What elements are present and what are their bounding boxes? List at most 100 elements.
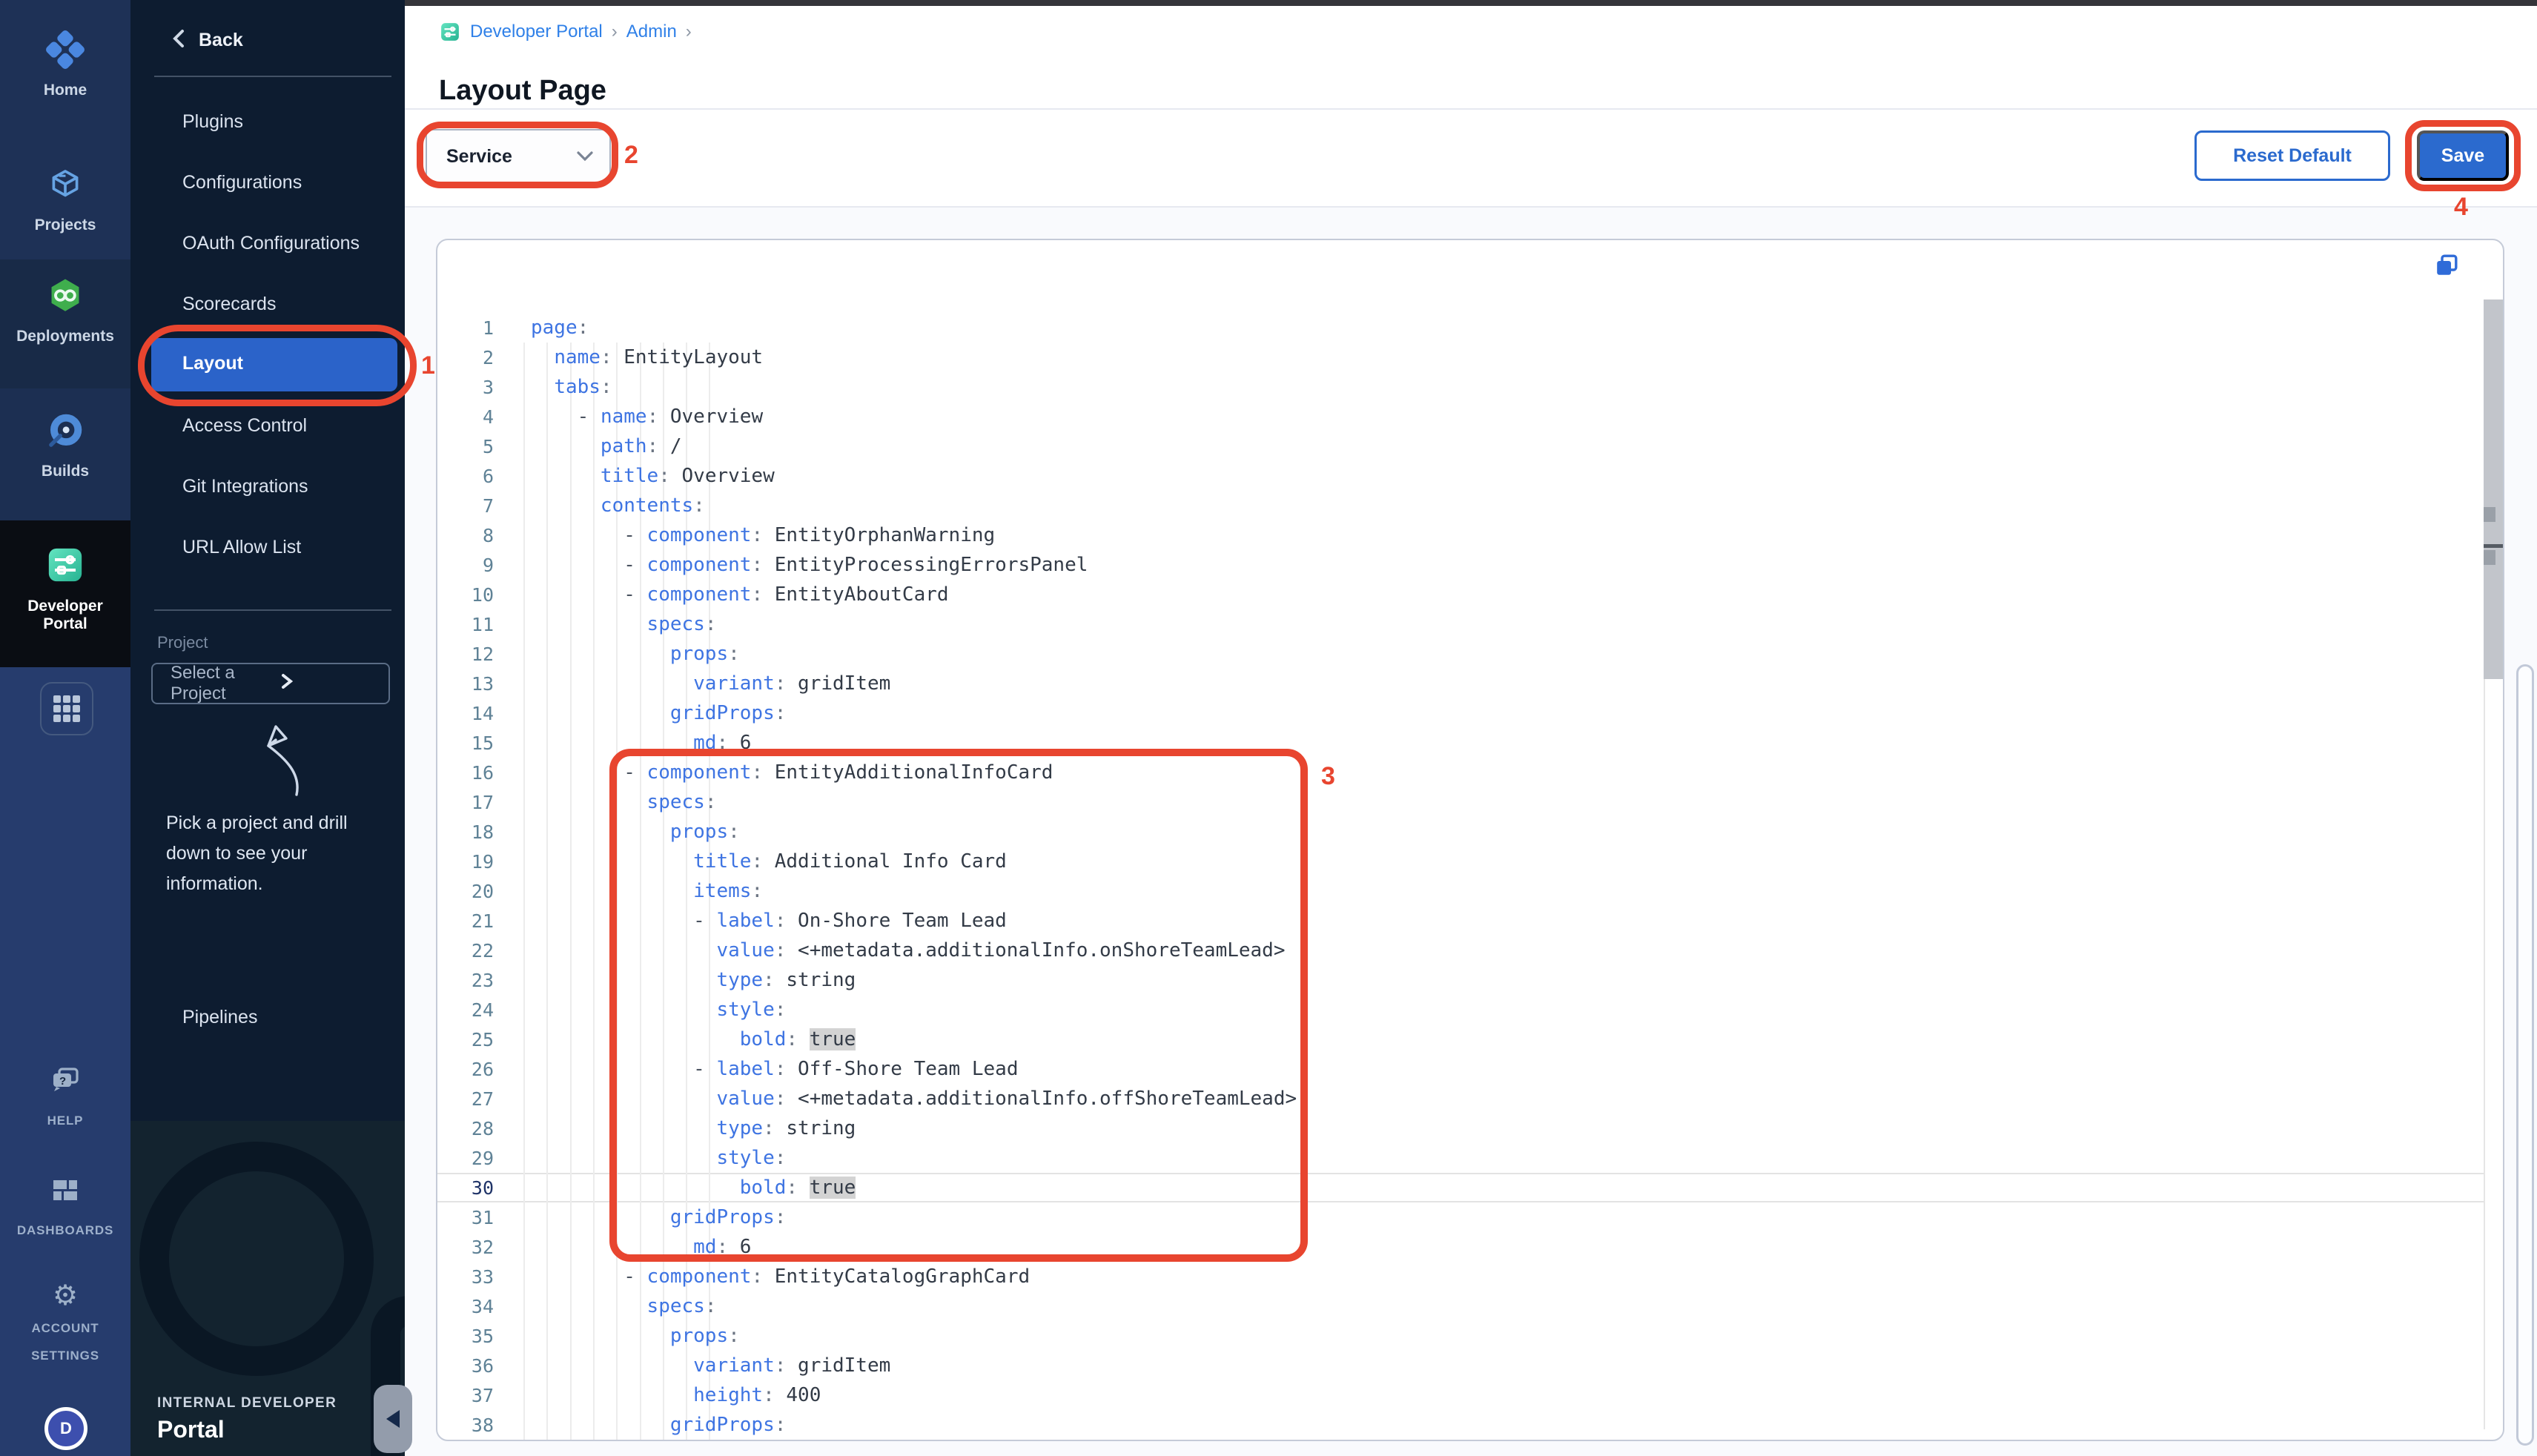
sidebar-item-access-control[interactable]: Access Control xyxy=(182,414,307,437)
rail-item-label: HELP xyxy=(47,1113,84,1128)
rail-item-label: SETTINGS xyxy=(31,1349,99,1363)
line-number: 38 xyxy=(437,1414,494,1436)
dev-portal-breadcrumb-icon xyxy=(439,21,461,43)
window-top-strip xyxy=(405,0,2537,6)
rail-item-developer-portal[interactable]: Developer Portal xyxy=(0,544,130,633)
brand-line1: INTERNAL DEVELOPER xyxy=(157,1395,337,1412)
admin-sidebar: Back Plugins Configurations OAuth Config… xyxy=(130,0,405,1456)
line-number: 8 xyxy=(437,525,494,546)
code-line[interactable]: 7 contents: xyxy=(437,491,2484,520)
code-line[interactable]: 14 gridProps: xyxy=(437,698,2484,728)
line-number: 35 xyxy=(437,1326,494,1347)
annotation-step-3: 3 xyxy=(1321,762,1335,791)
sidebar-item-plugins[interactable]: Plugins xyxy=(182,110,243,133)
cube-icon xyxy=(0,166,130,211)
code-text: gridProps: xyxy=(531,1414,786,1436)
code-text: - name: Overview xyxy=(531,406,763,428)
rail-item-deployments[interactable]: Deployments xyxy=(0,276,130,345)
code-line[interactable]: 38 gridProps: xyxy=(437,1410,2484,1440)
code-line[interactable]: 36 variant: gridItem xyxy=(437,1351,2484,1380)
code-line[interactable]: 5 path: / xyxy=(437,431,2484,461)
project-section-label: Project xyxy=(157,633,208,652)
page-title: Layout Page xyxy=(439,75,606,107)
line-number: 28 xyxy=(437,1118,494,1139)
breadcrumb: Developer Portal › Admin › xyxy=(439,21,692,43)
code-line[interactable]: 1 page: xyxy=(437,313,2484,343)
code-line[interactable]: 3 tabs: xyxy=(437,372,2484,402)
code-line[interactable]: 37 height: 400 xyxy=(437,1380,2484,1410)
chat-question-icon: ? xyxy=(0,1062,130,1103)
module-rail: Home Projects Deployments xyxy=(0,0,130,1456)
sidebar-item-scorecards[interactable]: Scorecards xyxy=(182,292,276,316)
code-line[interactable]: 13 variant: gridItem xyxy=(437,669,2484,698)
svg-text:?: ? xyxy=(59,1075,66,1088)
editor-scrollbar-thumb[interactable] xyxy=(2484,300,2503,679)
line-number: 2 xyxy=(437,347,494,368)
code-text: contents: xyxy=(531,494,705,517)
sidebar-item-git-integrations[interactable]: Git Integrations xyxy=(182,474,308,498)
line-number: 18 xyxy=(437,821,494,843)
toolbar: Service Reset Default Save xyxy=(405,110,2537,208)
code-line[interactable]: 6 title: Overview xyxy=(437,461,2484,491)
apps-grid-button[interactable] xyxy=(40,682,93,735)
line-number: 22 xyxy=(437,940,494,962)
annotation-step-2: 2 xyxy=(624,141,638,170)
rail-item-help[interactable]: ? HELP xyxy=(0,1062,130,1131)
line-number: 10 xyxy=(437,584,494,606)
code-text: height: 400 xyxy=(531,1384,821,1406)
page-scrollbar-thumb[interactable] xyxy=(2516,664,2534,1446)
code-line[interactable]: 33 - component: EntityCatalogGraphCard xyxy=(437,1262,2484,1291)
line-number: 1 xyxy=(437,317,494,339)
rail-item-home[interactable]: Home xyxy=(0,30,130,99)
code-line[interactable]: 9 - component: EntityProcessingErrorsPan… xyxy=(437,550,2484,580)
project-select-button[interactable]: Select a Project xyxy=(151,663,390,704)
user-avatar[interactable]: D xyxy=(44,1407,87,1450)
line-number: 21 xyxy=(437,910,494,932)
line-number: 29 xyxy=(437,1148,494,1169)
annotation-ring-yaml-block xyxy=(609,749,1308,1262)
copy-button[interactable] xyxy=(2433,252,2460,279)
line-number: 17 xyxy=(437,792,494,813)
code-text: page: xyxy=(531,317,589,339)
code-text: name: EntityLayout xyxy=(531,346,763,368)
reset-default-button[interactable]: Reset Default xyxy=(2194,130,2390,181)
rail-item-dashboards[interactable]: DASHBOARDS xyxy=(0,1174,130,1240)
triangle-left-icon xyxy=(386,1410,400,1428)
sidebar-item-configurations[interactable]: Configurations xyxy=(182,171,302,194)
code-text: - component: EntityOrphanWarning xyxy=(531,524,995,546)
line-number: 6 xyxy=(437,466,494,487)
code-line[interactable]: 35 props: xyxy=(437,1321,2484,1351)
sidebar-item-url-allow-list[interactable]: URL Allow List xyxy=(182,535,301,559)
rail-item-projects[interactable]: Projects xyxy=(0,166,130,234)
doodle-arrow-icon xyxy=(230,721,307,807)
rail-item-label: DASHBOARDS xyxy=(17,1223,113,1237)
sidebar-item-oauth-configurations[interactable]: OAuth Configurations xyxy=(182,231,360,255)
line-number: 12 xyxy=(437,643,494,665)
rail-item-label: ACCOUNT xyxy=(32,1321,99,1335)
line-number: 33 xyxy=(437,1266,494,1288)
sidebar-divider xyxy=(154,609,391,611)
line-number: 27 xyxy=(437,1088,494,1110)
project-select-placeholder: Select a Project xyxy=(171,663,263,704)
line-number: 23 xyxy=(437,970,494,991)
code-line[interactable]: 12 props: xyxy=(437,639,2484,669)
line-number: 32 xyxy=(437,1237,494,1258)
code-line[interactable]: 8 - component: EntityOrphanWarning xyxy=(437,520,2484,550)
back-label: Back xyxy=(199,30,243,51)
avatar-initial: D xyxy=(60,1419,72,1438)
code-line[interactable]: 10 - component: EntityAboutCard xyxy=(437,580,2484,609)
rail-item-account-settings[interactable]: ⚙ ACCOUNT SETTINGS xyxy=(0,1281,130,1366)
code-line[interactable]: 34 specs: xyxy=(437,1291,2484,1321)
rail-item-label: Projects xyxy=(0,216,130,234)
code-line[interactable]: 4 - name: Overview xyxy=(437,402,2484,431)
code-line[interactable]: 11 specs: xyxy=(437,609,2484,639)
breadcrumb-link-admin[interactable]: Admin xyxy=(626,21,677,42)
sidebar-item-pipelines[interactable]: Pipelines xyxy=(182,1007,257,1028)
code-text: variant: gridItem xyxy=(531,672,890,695)
gear-icon: ⚙ xyxy=(0,1281,130,1311)
breadcrumb-link-developer-portal[interactable]: Developer Portal xyxy=(470,21,603,42)
rail-item-builds[interactable]: Builds xyxy=(0,411,130,480)
sidebar-collapse-button[interactable] xyxy=(374,1385,412,1453)
code-line[interactable]: 2 name: EntityLayout xyxy=(437,343,2484,372)
back-button[interactable]: Back xyxy=(172,27,243,54)
